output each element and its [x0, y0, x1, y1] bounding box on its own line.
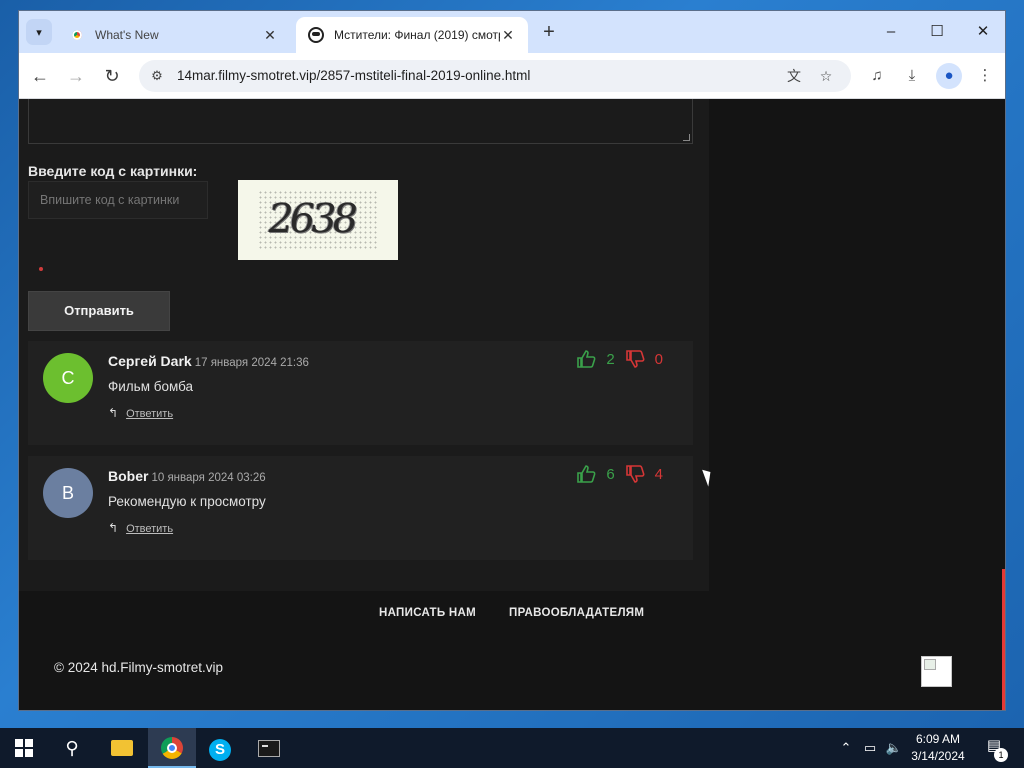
comment-author[interactable]: Bober [108, 468, 148, 484]
clock-time: 6:09 AM [915, 732, 961, 746]
notification-count-badge: 1 [994, 748, 1008, 762]
comment-header: Сергей Dark 17 января 2024 21:36 [108, 353, 309, 369]
translate-icon[interactable]: 文 [783, 65, 805, 87]
browser-window: ▾ What's New ✕ Мстители: Финал (2019) см… [18, 10, 1006, 711]
forward-button[interactable]: → [63, 63, 89, 89]
thumbs-down-icon[interactable] [625, 464, 645, 484]
comment-text: Фильм бомба [108, 379, 194, 394]
comment-textarea[interactable] [28, 99, 693, 144]
system-clock[interactable]: 6:09 AM 3/14/2024 [906, 731, 970, 765]
maximize-button[interactable]: ☐ [914, 19, 960, 45]
taskbar-chrome[interactable] [148, 728, 196, 768]
browser-toolbar: ← → ↻ ⚙ 14mar.filmy-smotret.vip/2857-mst… [19, 53, 1005, 99]
skype-icon: S [209, 739, 231, 761]
scrollbar-thumb[interactable] [1002, 569, 1005, 710]
footer-link-contact[interactable]: НАПИСАТЬ НАМ [379, 607, 476, 619]
network-icon[interactable]: ▭ [860, 728, 880, 768]
new-tab-button[interactable]: + [538, 22, 560, 44]
menu-kebab-icon[interactable]: ⋮ [972, 63, 998, 89]
comment-date: 17 января 2024 21:36 [194, 357, 309, 369]
reply-button[interactable]: ↰ Ответить [108, 406, 173, 420]
taskbar-terminal[interactable] [245, 728, 293, 768]
avatar: B [43, 468, 93, 518]
error-marker [39, 267, 43, 271]
comment-item: B Bober 10 января 2024 03:26 Рекомендую к… [28, 456, 693, 560]
captcha-code: 2638 [263, 196, 358, 242]
taskbar-file-explorer[interactable] [98, 728, 146, 768]
close-tab-icon[interactable]: ✕ [500, 27, 516, 44]
comment-header: Bober 10 января 2024 03:26 [108, 468, 266, 484]
search-icon: ⚲ [65, 738, 79, 758]
site-footer: НАПИСАТЬ НАМ ПРАВООБЛАДАТЕЛЯМ © 2024 hd.… [19, 591, 1005, 710]
profile-avatar-icon[interactable]: ● [936, 63, 962, 89]
reply-label[interactable]: Ответить [126, 408, 173, 420]
like-count: 2 [606, 350, 615, 368]
captcha-input[interactable] [28, 181, 208, 219]
reply-arrow-icon: ↰ [108, 521, 119, 535]
back-button[interactable]: ← [27, 63, 53, 89]
comment-section: Введите код с картинки: 2638 Отправить С… [19, 99, 709, 591]
terminal-icon [258, 740, 280, 757]
dislike-count: 0 [654, 350, 663, 368]
tab-title: Мстители: Финал (2019) смотр [334, 28, 500, 42]
tab-search-button[interactable]: ▾ [26, 19, 52, 45]
comment-author[interactable]: Сергей Dark [108, 353, 192, 369]
volume-muted-icon[interactable]: 🔈 [884, 728, 904, 768]
file-explorer-icon [111, 740, 133, 756]
footer-link-copyright-holders[interactable]: ПРАВООБЛАДАТЕЛЯМ [509, 607, 644, 619]
close-window-button[interactable]: ✕ [960, 19, 1005, 45]
close-tab-icon[interactable]: ✕ [262, 27, 278, 44]
tab-title: What's New [95, 28, 159, 42]
comment-date: 10 января 2024 03:26 [151, 472, 266, 484]
broken-image-icon[interactable] [921, 656, 952, 687]
avatar: С [43, 353, 93, 403]
thumbs-up-icon[interactable] [576, 349, 596, 369]
resize-grip-icon[interactable] [683, 134, 690, 141]
chrome-favicon-icon [69, 27, 85, 43]
windows-start-icon [15, 739, 33, 757]
vote-controls: 2 0 [576, 349, 673, 369]
captcha-label: Введите код с картинки: [28, 163, 198, 179]
bookmark-star-icon[interactable]: ☆ [815, 65, 837, 87]
taskbar-search-button[interactable]: ⚲ [48, 728, 96, 768]
vote-controls: 6 4 [576, 464, 673, 484]
reply-arrow-icon: ↰ [108, 406, 119, 420]
like-count: 6 [606, 465, 615, 483]
reply-label[interactable]: Ответить [126, 523, 173, 535]
tab-whats-new[interactable]: What's New ✕ [57, 17, 290, 53]
media-control-icon[interactable]: ♫ [864, 63, 890, 89]
site-info-icon[interactable]: ⚙ [147, 66, 167, 86]
url-text[interactable]: 14mar.filmy-smotret.vip/2857-mstiteli-fi… [177, 68, 530, 83]
start-button[interactable] [0, 728, 48, 768]
thumbs-down-icon[interactable] [625, 349, 645, 369]
taskbar-skype[interactable]: S [196, 728, 244, 768]
taskbar: ⚲ S ⌃ ▭ 🔈 6:09 AM 3/14/2024 ▤ 1 [0, 728, 1024, 768]
captcha-image[interactable]: 2638 [238, 180, 398, 260]
dislike-count: 4 [654, 465, 663, 483]
address-bar[interactable]: ⚙ 14mar.filmy-smotret.vip/2857-mstiteli-… [139, 60, 851, 92]
reply-button[interactable]: ↰ Ответить [108, 521, 173, 535]
clock-date: 3/14/2024 [911, 749, 965, 763]
minimize-button[interactable]: – [868, 19, 914, 45]
tray-overflow-chevron-icon[interactable]: ⌃ [836, 728, 856, 768]
submit-button[interactable]: Отправить [28, 291, 170, 331]
site-favicon-icon [308, 27, 324, 43]
tab-avengers-page[interactable]: Мстители: Финал (2019) смотр ✕ [296, 17, 528, 53]
comment-item: С Сергей Dark 17 января 2024 21:36 Фильм … [28, 341, 693, 445]
chevron-down-icon: ▾ [36, 26, 42, 39]
chrome-icon [161, 737, 183, 759]
thumbs-up-icon[interactable] [576, 464, 596, 484]
comment-text: Рекомендую к просмотру [108, 494, 266, 509]
reload-button[interactable]: ↻ [99, 63, 125, 89]
tab-strip: ▾ What's New ✕ Мстители: Финал (2019) см… [19, 11, 1005, 53]
page-viewport: Введите код с картинки: 2638 Отправить С… [19, 99, 1005, 710]
copyright-text: © 2024 hd.Filmy-smotret.vip [54, 660, 224, 675]
downloads-icon[interactable]: ⤓ [899, 63, 925, 89]
